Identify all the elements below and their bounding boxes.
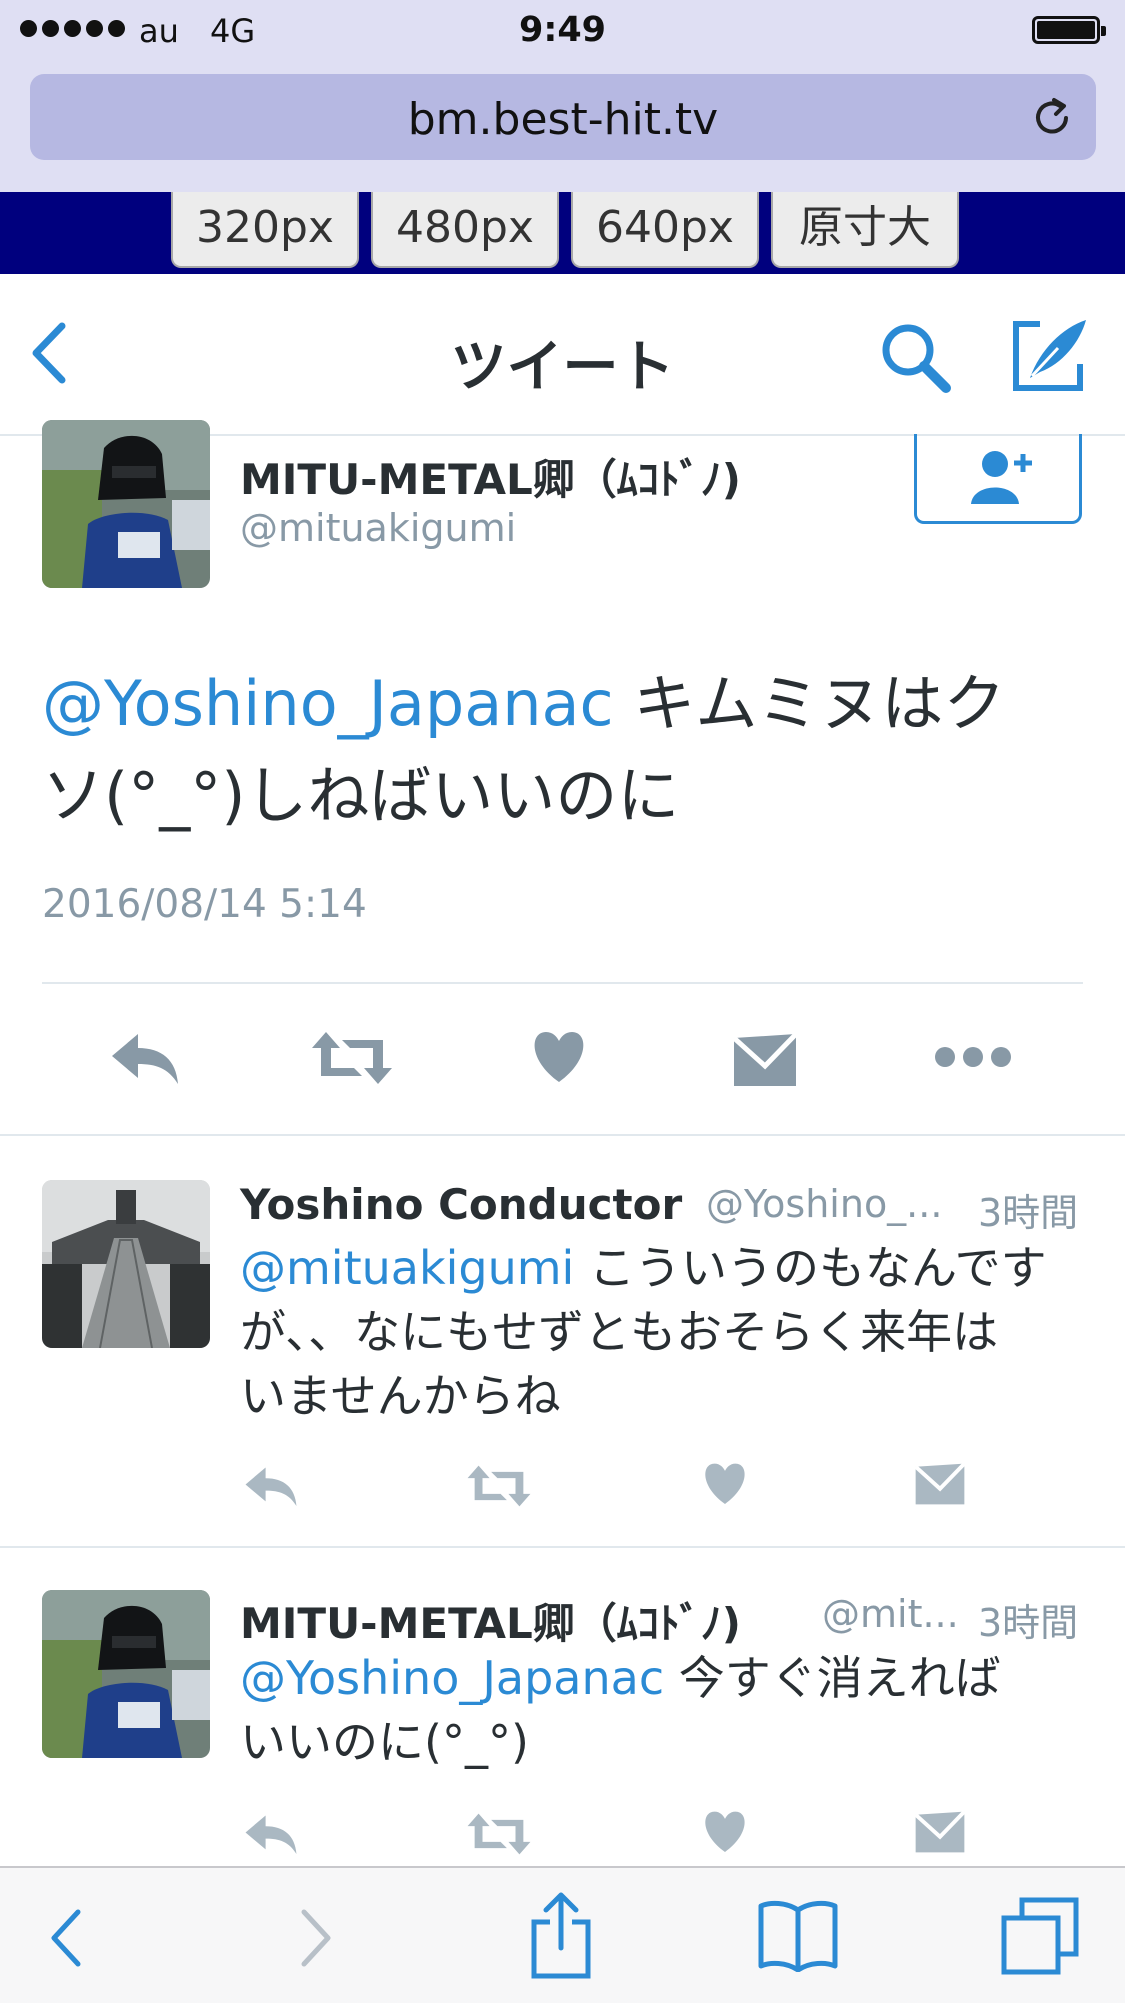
retweet-icon[interactable] bbox=[466, 1812, 532, 1856]
tweet-nav-bar: ツイート bbox=[0, 274, 1125, 436]
tweet-timestamp: 2016/08/14 5:14 bbox=[42, 882, 367, 927]
reply-text-line-3: いませんからね bbox=[240, 1369, 561, 1423]
reply-time: 3時間 bbox=[978, 1601, 1079, 1645]
browser-back-icon[interactable] bbox=[46, 1908, 86, 1968]
reply-text-line-2: が、、なにもせずともおそらく来年は bbox=[240, 1305, 999, 1359]
dm-icon[interactable] bbox=[914, 1810, 966, 1854]
divider bbox=[42, 982, 1083, 984]
retweet-icon[interactable] bbox=[310, 1030, 394, 1086]
reply-icon[interactable] bbox=[244, 1812, 298, 1856]
browser-toolbar bbox=[0, 1866, 1125, 2003]
size-selector-band: 320px 480px 640px 原寸大 bbox=[0, 192, 1125, 274]
status-bar: au 4G 9:49 bbox=[0, 0, 1125, 62]
reply-icon[interactable] bbox=[110, 1030, 180, 1086]
bookmarks-icon[interactable] bbox=[758, 1898, 838, 1972]
like-icon[interactable] bbox=[700, 1808, 750, 1854]
reply-text-line-1: 今すぐ消えれば bbox=[664, 1651, 1001, 1705]
follow-button[interactable] bbox=[914, 434, 1082, 524]
reply-avatar[interactable] bbox=[42, 1590, 210, 1758]
dm-icon[interactable] bbox=[914, 1462, 966, 1506]
page-title: ツイート bbox=[450, 335, 675, 400]
size-button-320[interactable]: 320px bbox=[171, 192, 359, 268]
url-bar[interactable]: bm.best-hit.tv bbox=[30, 74, 1096, 160]
dm-icon[interactable] bbox=[732, 1032, 798, 1088]
main-tweet-text: @Yoshino_Japanac キムミヌはク ソ(°_°)しねばいいのに bbox=[42, 658, 1102, 842]
reply-mention-link[interactable]: @mituakigumi bbox=[240, 1241, 574, 1295]
address-area: bm.best-hit.tv bbox=[0, 62, 1125, 192]
reply-text-line-2: いいのに(°_°) bbox=[240, 1715, 529, 1769]
size-button-640[interactable]: 640px bbox=[571, 192, 759, 268]
tweet-mention-link[interactable]: @Yoshino_Japanac bbox=[42, 667, 614, 740]
size-button-original[interactable]: 原寸大 bbox=[771, 192, 959, 268]
reply-author-handle: @mit... bbox=[822, 1592, 959, 1636]
size-button-480[interactable]: 480px bbox=[371, 192, 559, 268]
main-tweet-author-name: MITU-METAL卿（ﾑｺﾄﾞﾉ) bbox=[240, 455, 741, 504]
clock: 9:49 bbox=[518, 10, 607, 50]
share-icon[interactable] bbox=[528, 1890, 594, 1980]
reply-text: @mituakigumi こういうのもなんです が、、なにもせずともおそらく来年… bbox=[240, 1236, 1100, 1428]
battery-icon bbox=[1032, 16, 1106, 44]
reply-icon[interactable] bbox=[244, 1464, 298, 1508]
divider bbox=[0, 1134, 1125, 1136]
reply-author-name: MITU-METAL卿（ﾑｺﾄﾞﾉ) bbox=[240, 1599, 741, 1648]
reply-avatar[interactable] bbox=[42, 1180, 210, 1348]
reply-mention-link[interactable]: @Yoshino_Japanac bbox=[240, 1651, 664, 1705]
reply-text: @Yoshino_Japanac 今すぐ消えれば いいのに(°_°) bbox=[240, 1646, 1100, 1774]
compose-icon[interactable] bbox=[1010, 316, 1090, 396]
url-text: bm.best-hit.tv bbox=[407, 94, 719, 145]
like-icon[interactable] bbox=[700, 1460, 750, 1506]
tweet-text-line-2: ソ(°_°)しねばいいのに bbox=[42, 759, 680, 832]
reply-text-line-1: こういうのもなんです bbox=[574, 1241, 1047, 1295]
like-icon[interactable] bbox=[528, 1028, 590, 1084]
reload-icon[interactable] bbox=[1030, 96, 1074, 140]
retweet-icon[interactable] bbox=[466, 1464, 532, 1508]
browser-forward-icon[interactable] bbox=[296, 1908, 336, 1968]
main-tweet-author-handle[interactable]: @mituakigumi bbox=[240, 506, 516, 550]
reply-author-handle: @Yoshino_... bbox=[706, 1182, 943, 1226]
reply-author-name: Yoshino Conductor bbox=[240, 1180, 683, 1229]
reply-time: 3時間 bbox=[978, 1191, 1079, 1235]
main-tweet-avatar[interactable] bbox=[42, 420, 210, 588]
divider bbox=[0, 1546, 1125, 1548]
follow-user-icon bbox=[971, 451, 1032, 504]
tabs-icon[interactable] bbox=[1000, 1896, 1080, 1976]
tweet-text-line-1: キムミヌはク bbox=[613, 667, 1006, 740]
search-icon[interactable] bbox=[878, 320, 954, 396]
more-icon[interactable] bbox=[934, 1046, 1012, 1068]
